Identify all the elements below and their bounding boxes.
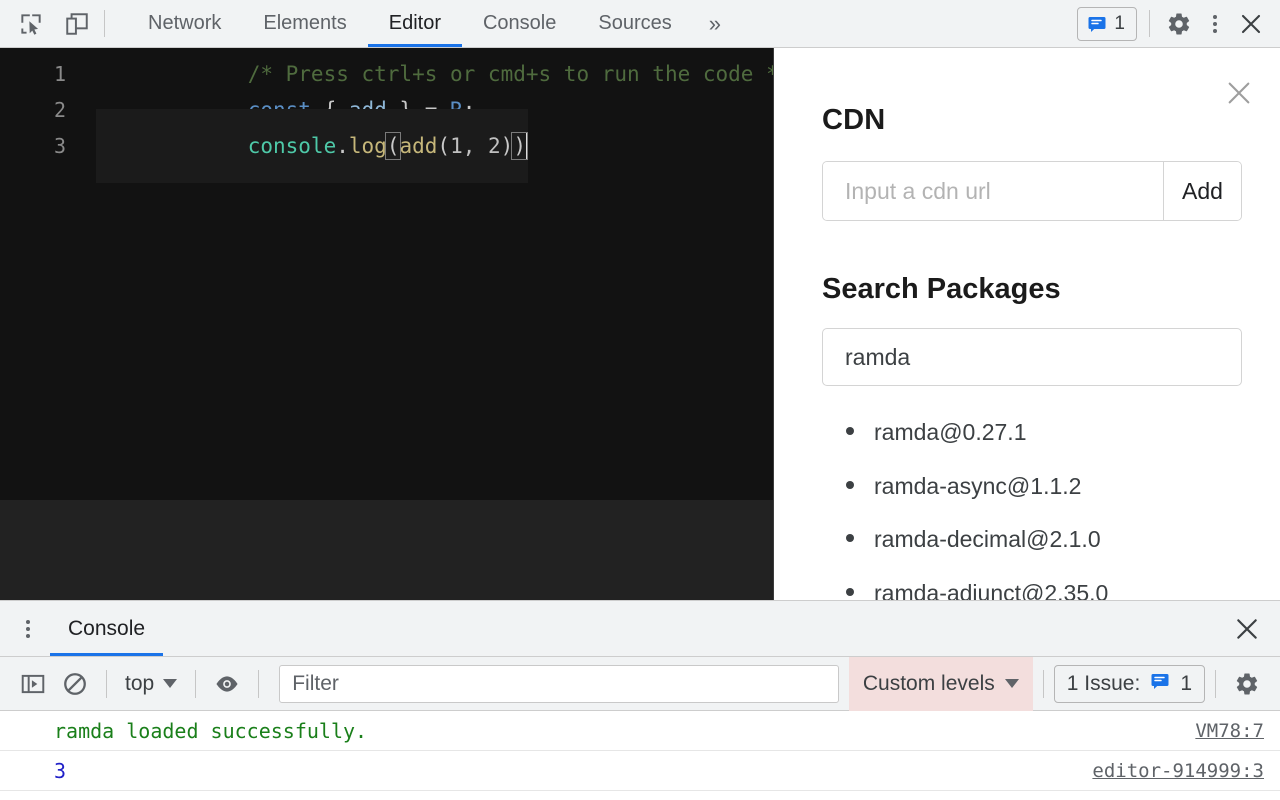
close-icon[interactable] bbox=[1222, 76, 1256, 110]
toolbar-right-divider bbox=[1149, 10, 1150, 37]
add-cdn-button[interactable]: Add bbox=[1163, 162, 1241, 220]
list-item[interactable]: ramda-adjunct@2.35.0 bbox=[846, 567, 1242, 600]
toolbar-divider bbox=[104, 10, 105, 37]
console-message-list[interactable]: ramda loaded successfully. VM78:7 3 edit… bbox=[0, 711, 1280, 800]
drawer-tab-console[interactable]: Console bbox=[50, 601, 164, 656]
drawer-more-options-icon[interactable] bbox=[0, 601, 50, 656]
console-message-source-link[interactable]: editor-914999:3 bbox=[1092, 760, 1264, 782]
issues-count: 1 bbox=[1114, 12, 1125, 34]
console-toolbar-divider-5 bbox=[1215, 669, 1216, 698]
line-number-2: 2 bbox=[53, 98, 66, 122]
tab-sources-label: Sources bbox=[598, 12, 672, 34]
close-devtools-icon[interactable] bbox=[1234, 7, 1268, 41]
token-arguments: 1, 2 bbox=[450, 134, 501, 158]
panel-tabs: Network Elements Editor Console Sources … bbox=[127, 0, 737, 47]
code-editor-pane[interactable]: 1 /* Press ctrl+s or cmd+s to run the co… bbox=[0, 48, 774, 600]
cdn-url-input[interactable] bbox=[823, 162, 1163, 220]
token-paren-close-matched: ) bbox=[511, 132, 528, 160]
token-add-call: add bbox=[399, 134, 438, 158]
main-region: 1 /* Press ctrl+s or cmd+s to run the co… bbox=[0, 48, 1280, 600]
line-number-3: 3 bbox=[53, 134, 66, 158]
devtools-toolbar: Network Elements Editor Console Sources … bbox=[0, 0, 1280, 48]
console-prompt-row[interactable] bbox=[0, 791, 1280, 800]
console-issues-label: 1 Issue: bbox=[1066, 671, 1141, 695]
drawer-close-icon[interactable] bbox=[1234, 601, 1280, 656]
issue-message-icon bbox=[1087, 14, 1107, 34]
cdn-title: CDN bbox=[822, 104, 886, 136]
drawer-tab-console-label: Console bbox=[68, 616, 146, 640]
text-cursor bbox=[525, 133, 528, 159]
console-issues-count: 1 bbox=[1180, 671, 1192, 695]
toolbar-icon-group bbox=[0, 0, 94, 47]
tab-editor-label: Editor bbox=[388, 12, 441, 34]
log-levels-selector[interactable]: Custom levels bbox=[848, 656, 1033, 711]
tab-elements[interactable]: Elements bbox=[242, 0, 367, 47]
editor-empty-area[interactable] bbox=[0, 500, 773, 600]
live-expression-eye-icon[interactable] bbox=[206, 663, 248, 705]
package-results-list: ramda@0.27.1 ramda-async@1.1.2 ramda-dec… bbox=[822, 406, 1242, 600]
chevron-down-icon bbox=[1004, 679, 1019, 688]
drawer-tabbar: Console bbox=[0, 601, 1280, 657]
inspect-element-icon[interactable] bbox=[14, 7, 48, 41]
console-issues-button[interactable]: 1 Issue: 1 bbox=[1053, 664, 1205, 703]
console-drawer: Console top Filter Custom levels 1 Issue… bbox=[0, 600, 1280, 800]
package-search-input[interactable] bbox=[822, 328, 1242, 386]
more-options-icon[interactable] bbox=[1198, 7, 1232, 41]
issue-message-icon bbox=[1150, 671, 1170, 697]
console-message-text: ramda loaded successfully. bbox=[54, 718, 368, 743]
console-toolbar-divider-4 bbox=[1042, 669, 1044, 698]
console-message-row[interactable]: 3 editor-914999:3 bbox=[0, 751, 1280, 791]
token-console: console bbox=[247, 134, 337, 158]
tab-editor[interactable]: Editor bbox=[367, 0, 463, 47]
token-log: log bbox=[348, 134, 387, 158]
console-message-row[interactable]: ramda loaded successfully. VM78:7 bbox=[0, 711, 1280, 751]
list-item[interactable]: ramda-async@1.1.2 bbox=[846, 460, 1242, 514]
gear-icon[interactable] bbox=[1162, 7, 1196, 41]
token-dot: . bbox=[336, 134, 349, 158]
vertical-dots bbox=[26, 619, 30, 638]
vertical-dots bbox=[1213, 14, 1217, 33]
console-sidebar-toggle-icon[interactable] bbox=[12, 663, 54, 705]
list-item[interactable]: ramda-decimal@2.1.0 bbox=[846, 513, 1242, 567]
tab-console-label: Console bbox=[482, 12, 557, 34]
console-toolbar-divider bbox=[106, 669, 107, 698]
chevron-down-icon bbox=[163, 679, 178, 688]
issues-counter-button[interactable]: 1 bbox=[1077, 6, 1137, 41]
line-number-1: 1 bbox=[53, 62, 66, 86]
console-message-text: 3 bbox=[54, 758, 67, 783]
console-toolbar-divider-3 bbox=[258, 669, 260, 698]
console-toolbar-divider-2 bbox=[195, 669, 197, 698]
execution-context-label: top bbox=[125, 671, 155, 695]
clear-console-icon[interactable] bbox=[54, 663, 96, 705]
token-paren-close-inner: ) bbox=[500, 134, 514, 158]
tab-network[interactable]: Network bbox=[127, 0, 242, 47]
device-toolbar-icon[interactable] bbox=[60, 7, 94, 41]
console-settings-gear-icon[interactable] bbox=[1226, 663, 1268, 705]
tab-elements-label: Elements bbox=[263, 12, 347, 34]
more-tabs-icon[interactable]: » bbox=[693, 0, 737, 47]
search-packages-title: Search Packages bbox=[822, 273, 1061, 305]
tab-sources[interactable]: Sources bbox=[577, 0, 692, 47]
console-message-source-link[interactable]: VM78:7 bbox=[1195, 720, 1264, 742]
list-item[interactable]: ramda@0.27.1 bbox=[846, 406, 1242, 460]
devtools-window: Network Elements Editor Console Sources … bbox=[0, 0, 1280, 800]
tab-console[interactable]: Console bbox=[462, 0, 577, 47]
console-toolbar: top Custom levels 1 Issue: bbox=[0, 656, 1280, 711]
more-tabs-label: » bbox=[708, 10, 721, 36]
code-line-3: 3 console.log(add(1, 2)) bbox=[0, 109, 773, 183]
toolbar-right-group: 1 bbox=[1077, 0, 1280, 47]
log-levels-label: Custom levels bbox=[862, 671, 995, 695]
token-paren-open-matched: ( bbox=[384, 132, 402, 160]
execution-context-selector[interactable]: top bbox=[117, 672, 185, 696]
tab-network-label: Network bbox=[148, 12, 222, 34]
console-filter-input[interactable] bbox=[279, 664, 839, 703]
code-line-3-text: console.log(add(1, 2)) bbox=[96, 109, 528, 183]
cdn-url-row: Add bbox=[822, 161, 1242, 221]
code-area[interactable]: 1 /* Press ctrl+s or cmd+s to run the co… bbox=[0, 48, 773, 500]
cdn-panel: CDN Add Search Packages ramda@0.27.1 ram… bbox=[774, 48, 1280, 600]
cdn-panel-body: CDN Add Search Packages ramda@0.27.1 ram… bbox=[774, 48, 1280, 600]
token-paren-open-inner: ( bbox=[437, 134, 451, 158]
